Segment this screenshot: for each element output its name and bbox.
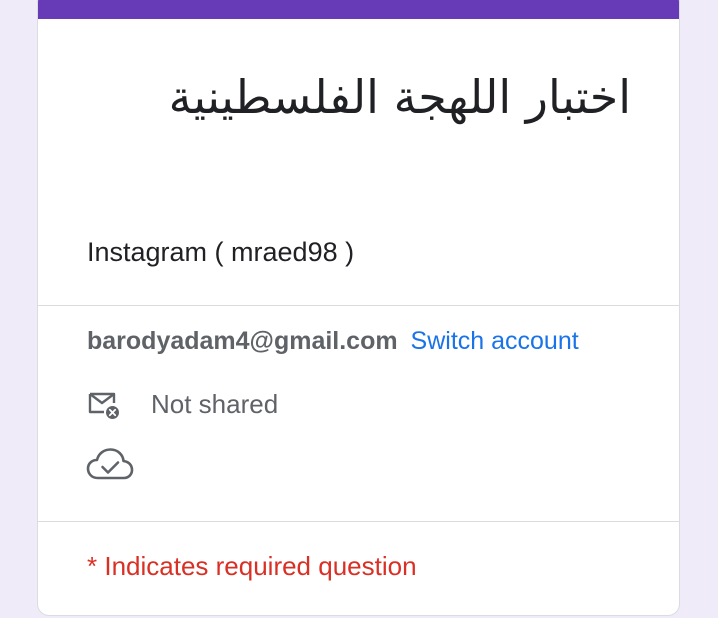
account-email: barodyadam4@gmail.com — [87, 327, 398, 355]
account-row: barodyadam4@gmail.com Switch account — [87, 327, 579, 356]
form-header-card: اختبار اللهجة الفلسطينية Instagram ( mra… — [37, 0, 680, 616]
email-sharing-status: Not shared — [87, 387, 278, 421]
form-description: Instagram ( mraed98 ) — [87, 237, 355, 267]
form-title: اختبار اللهجة الفلسطينية — [168, 70, 631, 124]
mail-not-shared-icon — [87, 387, 121, 421]
required-question-note: * Indicates required question — [87, 551, 417, 581]
cloud-saved-icon — [86, 447, 134, 488]
divider — [38, 521, 679, 522]
divider — [38, 305, 679, 306]
switch-account-link[interactable]: Switch account — [411, 327, 579, 355]
not-shared-label: Not shared — [151, 388, 279, 419]
form-accent-bar — [38, 0, 679, 19]
